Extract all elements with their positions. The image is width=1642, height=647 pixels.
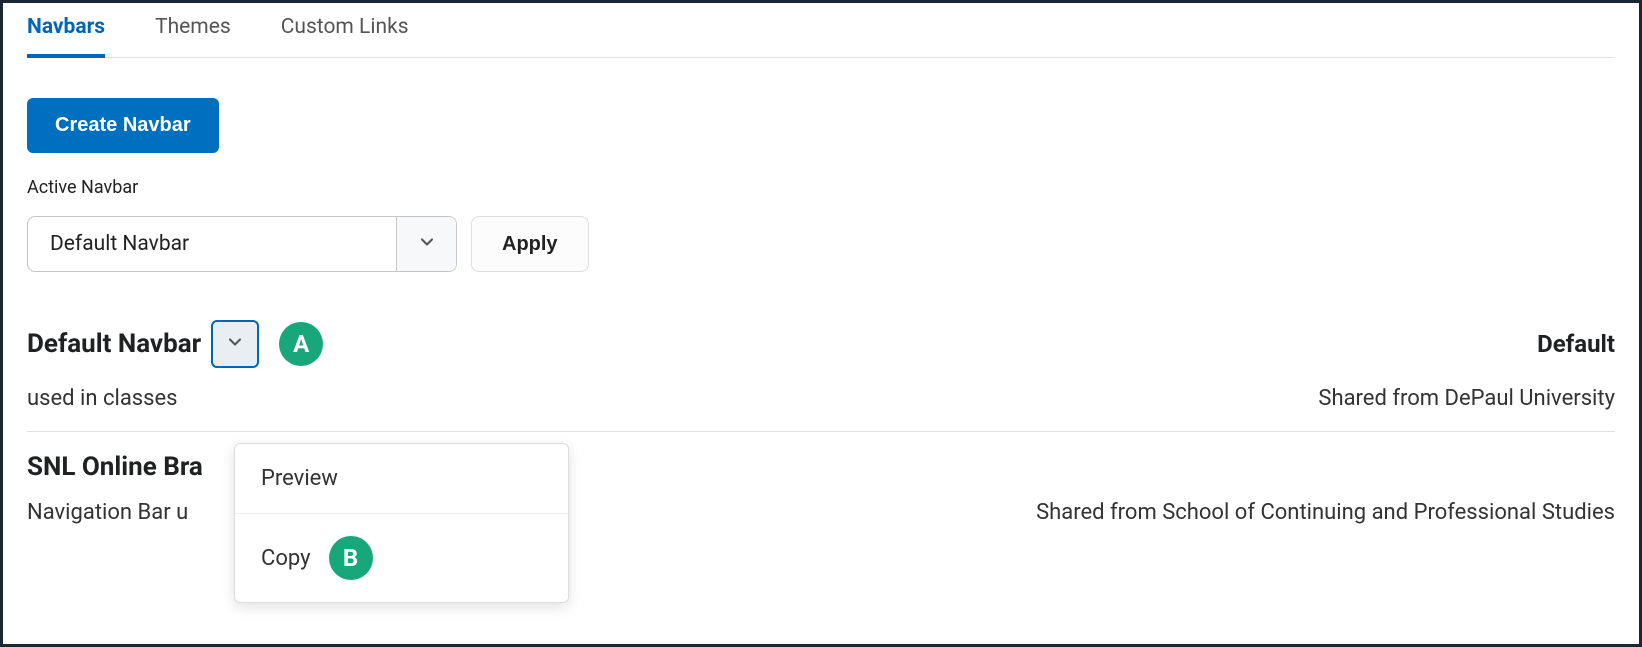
callout-badge-b: B — [329, 536, 373, 580]
navbar-title[interactable]: SNL Online Bra — [27, 452, 203, 482]
tab-navbars[interactable]: Navbars — [27, 3, 105, 57]
select-caret[interactable] — [396, 217, 456, 271]
list-item: Default Navbar A Default used in classes — [27, 320, 1615, 432]
apply-button[interactable]: Apply — [471, 216, 589, 272]
menu-item-label: Copy — [261, 546, 311, 571]
navbar-status: Default — [1537, 330, 1615, 358]
active-navbar-select[interactable]: Default Navbar — [27, 216, 457, 272]
navbar-title[interactable]: Default Navbar — [27, 329, 201, 359]
button-label: Apply — [502, 233, 558, 255]
row-right: Default — [1537, 330, 1615, 358]
tab-label: Custom Links — [281, 15, 409, 39]
select-value: Default Navbar — [28, 217, 396, 271]
active-navbar-label: Active Navbar — [27, 177, 1615, 198]
navbar-description: used in classes — [27, 386, 178, 411]
callout-badge-a: A — [279, 322, 323, 366]
chevron-down-icon — [225, 332, 245, 356]
row-title-wrap: SNL Online Bra — [27, 452, 203, 482]
tab-label: Navbars — [27, 15, 105, 39]
navbar-shared: Shared from School of Continuing and Pro… — [1036, 500, 1615, 525]
app-frame: Navbars Themes Custom Links Create Navba… — [0, 0, 1642, 647]
chevron-down-icon — [417, 232, 437, 256]
navbar-description: Navigation Bar u — [27, 500, 188, 525]
tab-bar: Navbars Themes Custom Links — [27, 3, 1615, 58]
menu-item-copy[interactable]: Copy B — [235, 513, 568, 602]
menu-item-label: Preview — [261, 466, 338, 491]
row-title-wrap: Default Navbar A — [27, 320, 323, 368]
navbar-shared: Shared from DePaul University — [1318, 386, 1615, 411]
tab-themes[interactable]: Themes — [155, 3, 231, 57]
navbar-actions-menu: Preview Copy B — [234, 443, 569, 603]
menu-item-preview[interactable]: Preview — [235, 444, 568, 513]
button-label: Create Navbar — [55, 114, 191, 136]
row-bottom: used in classes Shared from DePaul Unive… — [27, 368, 1615, 411]
active-navbar-row: Default Navbar Apply — [27, 216, 1615, 272]
row-top: Default Navbar A Default — [27, 320, 1615, 368]
create-navbar-button[interactable]: Create Navbar — [27, 98, 219, 153]
tab-custom-links[interactable]: Custom Links — [281, 3, 409, 57]
navbar-actions-toggle[interactable] — [211, 320, 259, 368]
tab-label: Themes — [155, 15, 231, 39]
